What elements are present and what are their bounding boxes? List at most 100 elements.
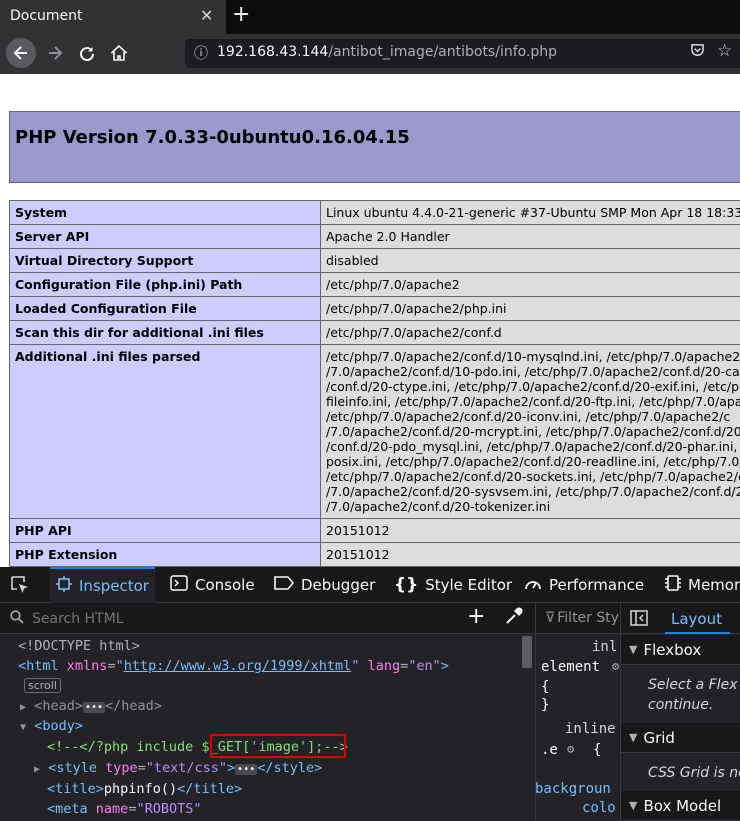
ini-file-line: fileinfo.ini, /etc/php/7.0/apache2/conf.… [326, 394, 740, 409]
box-model-label: Box Model [643, 796, 722, 815]
rule-source-inline[interactable]: inl [592, 639, 617, 655]
html-node[interactable]: <html xmlns="http://www.w3.org/1999/xhtm… [18, 658, 449, 674]
info-value: /etc/php/7.0/apache2/php.ini [320, 296, 740, 321]
info-row: Loaded Configuration File/etc/php/7.0/ap… [9, 296, 740, 321]
title-node[interactable]: <title>phpinfo()</title> [47, 781, 242, 797]
php-version-title: PHP Version 7.0.33-0ubuntu0.16.04.15 [15, 127, 410, 148]
meta-tag-name: meta [55, 801, 88, 817]
info-value: disabled [320, 248, 740, 273]
meta-name-value: "ROBOTS" [136, 801, 202, 817]
rule-open-brace: { [541, 679, 550, 695]
eyedropper-icon[interactable] [505, 607, 523, 630]
info-key: PHP Extension [9, 542, 321, 567]
rule-property-background[interactable]: backgroun [535, 781, 611, 797]
head-node[interactable]: ▶ <head> ••• </head> [20, 698, 162, 714]
ini-file-line: /etc/php/7.0/apache2/conf.d/10-mysqlnd.i… [326, 349, 740, 364]
tab-console[interactable]: Console [170, 567, 255, 603]
info-row-ini-files: Additional .ini files parsed/etc/php/7.0… [9, 344, 740, 519]
flexbox-section-header[interactable]: ▼ Flexbox [621, 635, 740, 665]
info-value: /etc/php/7.0/apache2 [320, 272, 740, 297]
flexbox-hint-line-2: continue. [648, 697, 714, 713]
ini-file-line: /7.0/apache2/conf.d/10-pdo.ini, /etc/php… [326, 364, 740, 379]
markup-view: <!DOCTYPE html> <html xmlns="http://www.… [0, 634, 520, 821]
pocket-icon[interactable] [690, 43, 705, 62]
expand-arrow-icon[interactable]: ▶ [20, 702, 26, 713]
markup-scrollbar-thumb[interactable] [522, 636, 532, 668]
filter-styles-input[interactable]: ⊽ Filter Sty [545, 610, 619, 626]
element-picker-icon[interactable] [10, 575, 30, 600]
close-tab-icon[interactable]: ✕ [200, 6, 213, 25]
body-tag-name: body [42, 718, 75, 734]
flexbox-hint: Select a Flex c continue. [648, 675, 740, 715]
xmlns-link[interactable]: http://www.w3.org/1999/xhtml [124, 658, 352, 674]
info-row: Server API Apache 2.0 Handler [9, 224, 740, 249]
grid-section-header[interactable]: ▼ Grid [621, 723, 740, 753]
forward-arrow-icon[interactable] [40, 38, 70, 68]
body-node[interactable]: ▼ <body> [20, 718, 83, 734]
collapse-arrow-icon[interactable]: ▼ [20, 722, 26, 733]
rule-property-color[interactable]: colo [582, 800, 616, 816]
scroll-badge[interactable]: scroll [24, 677, 61, 693]
tab-memory[interactable]: Memory [665, 567, 740, 603]
console-icon [170, 575, 188, 595]
info-row: Virtual Directory Support disabled [9, 248, 740, 273]
meta-node[interactable]: <meta name="ROBOTS" [47, 801, 201, 817]
html-tag-name: html [26, 658, 59, 674]
expand-arrow-icon[interactable]: ▶ [34, 764, 40, 775]
meta-name-attr: name [95, 801, 129, 817]
rule-open-brace-2: { [593, 742, 602, 758]
filter-styles-placeholder: Filter Sty [557, 610, 620, 626]
style-node[interactable]: ▶ <style type="text/css"> ••• </style> [34, 760, 322, 776]
back-arrow-icon[interactable] [6, 38, 36, 68]
title-tag-name: title [55, 781, 96, 797]
ini-file-line: /conf.d/20-ctype.ini, /etc/php/7.0/apach… [326, 379, 740, 394]
comment-prefix: <!--</?php include [47, 739, 202, 755]
rule-close-brace: } [541, 697, 550, 713]
collapsed-ellipsis-icon[interactable]: ••• [82, 702, 106, 713]
info-value: Apache 2.0 Handler [320, 224, 740, 249]
reload-icon[interactable] [72, 38, 102, 68]
info-key: Virtual Directory Support [9, 248, 321, 273]
style-type-value: "text/css" [145, 760, 228, 776]
filter-icon: ⊽ [545, 610, 556, 626]
tab-performance[interactable]: Performance [524, 567, 644, 603]
tab-inspector[interactable]: Inspector [50, 567, 155, 603]
tab-style-editor[interactable]: {} Style Editor [394, 567, 512, 603]
debugger-icon [274, 576, 295, 594]
layout-tab-underline [665, 632, 730, 634]
lang-attr: lang [367, 658, 401, 674]
info-value-ini-files: /etc/php/7.0/apache2/conf.d/10-mysqlnd.i… [320, 344, 740, 519]
search-html-input[interactable] [30, 610, 234, 628]
inspector-icon [56, 576, 72, 596]
memory-chip-icon [665, 574, 681, 596]
new-tab-button[interactable]: + [232, 2, 250, 27]
rule-source-inline-2[interactable]: inline [565, 721, 616, 737]
search-icon [10, 610, 24, 628]
rule-gear-icon[interactable]: ⚙ [567, 742, 574, 756]
site-info-icon[interactable]: ⓘ [194, 43, 208, 63]
info-key: Configuration File (php.ini) Path [9, 272, 321, 297]
add-node-button[interactable]: + [467, 604, 485, 629]
collapsed-ellipsis-icon[interactable]: ••• [235, 764, 258, 775]
ini-file-line: /etc/php/7.0/apache2/conf.d/20-iconv.ini… [326, 409, 731, 424]
rule-selector-element: element [541, 659, 601, 675]
tab-layout[interactable]: Layout [671, 610, 722, 628]
box-model-section-header[interactable]: ▼ Box Model [621, 791, 740, 821]
bookmark-star-icon[interactable]: ☆ [717, 41, 732, 61]
ini-file-line: /conf.d/20-pdo_mysql.ini, /etc/php/7.0/a… [326, 439, 740, 454]
sidebar-toggle-icon[interactable] [630, 610, 648, 630]
tab-debugger[interactable]: Debugger [274, 567, 375, 603]
tab-performance-label: Performance [549, 576, 645, 594]
home-icon[interactable] [104, 38, 134, 68]
url-text[interactable]: 192.168.43.144/antibot_image/antibots/in… [217, 44, 557, 60]
rule-gear-icon[interactable]: ⚙ [612, 659, 619, 673]
info-row: Configuration File (php.ini) Path/etc/ph… [9, 272, 740, 297]
title-text: phpinfo() [103, 781, 178, 797]
url-host: 192.168.43.144 [217, 44, 329, 60]
lang-value: "en" [408, 658, 441, 674]
ini-file-line: /7.0/apache2/conf.d/20-tokenizer.ini [326, 499, 551, 514]
doctype-node[interactable]: <!DOCTYPE html> [18, 638, 140, 654]
info-row: Scan this dir for additional .ini files /… [9, 320, 740, 345]
ini-file-line: /etc/php/7.0/apache2/conf.d/20-sockets.i… [326, 469, 740, 484]
info-key: Server API [9, 224, 321, 249]
